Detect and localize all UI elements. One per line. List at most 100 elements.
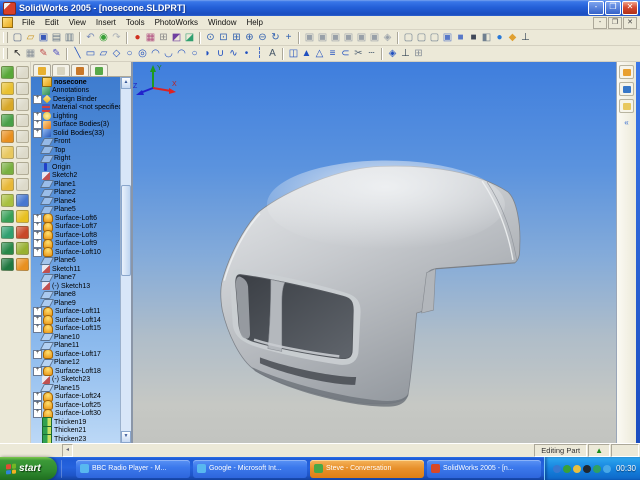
line-icon[interactable]: ╲ bbox=[71, 47, 84, 60]
dimxpert-tab[interactable] bbox=[90, 64, 108, 76]
network-icon[interactable] bbox=[552, 464, 561, 473]
windows-update-icon[interactable] bbox=[602, 464, 611, 473]
title-bar[interactable]: SolidWorks 2005 - [nosecone.SLDPRT] - ❐ … bbox=[0, 0, 640, 16]
lofted-cut-icon[interactable] bbox=[1, 177, 14, 191]
trim-icon[interactable]: ✂ bbox=[352, 47, 365, 60]
construction-geometry-icon[interactable]: ┄ bbox=[365, 47, 378, 60]
photoworks-preview-icon[interactable]: ◪ bbox=[183, 31, 196, 44]
tree-item[interactable]: + Surface-Loft25 bbox=[31, 400, 120, 411]
tree-item[interactable]: + Solid Bodies(33) bbox=[31, 128, 120, 138]
antivirus-icon[interactable] bbox=[592, 464, 601, 473]
lofted-boss-icon[interactable] bbox=[1, 113, 14, 127]
partial-ellipse-icon[interactable]: ◗ bbox=[201, 47, 214, 60]
scroll-down-icon[interactable]: ▼ bbox=[121, 431, 131, 443]
tree-item[interactable]: Annotations bbox=[31, 86, 120, 96]
extruded-surface-icon[interactable] bbox=[16, 193, 29, 207]
tree-item[interactable]: Plane10 bbox=[31, 333, 120, 342]
planar-surface-icon[interactable] bbox=[16, 257, 29, 271]
offset-entities-icon[interactable]: ≡ bbox=[326, 47, 339, 60]
tree-item[interactable]: (-) Sketch13 bbox=[31, 282, 120, 291]
tree-item[interactable]: Sketch2 bbox=[31, 171, 120, 181]
tree-item[interactable]: Plane2 bbox=[31, 188, 120, 198]
tree-item[interactable]: Plane5 bbox=[31, 205, 120, 215]
sketch-normal-icon[interactable]: ⊥ bbox=[399, 47, 412, 60]
tree-item[interactable]: + Surface Bodies(3) bbox=[31, 120, 120, 130]
rectangle-icon[interactable]: ▭ bbox=[84, 47, 97, 60]
taskbar-button[interactable]: SolidWorks 2005 - [n... bbox=[426, 459, 541, 478]
three-point-arc-icon[interactable]: ◠ bbox=[175, 47, 188, 60]
toolbar-grip[interactable] bbox=[3, 32, 8, 43]
view-bottom-icon[interactable]: ▣ bbox=[368, 31, 381, 44]
stop-light-icon[interactable]: ● bbox=[131, 31, 144, 44]
view-right-icon[interactable]: ▣ bbox=[342, 31, 355, 44]
tree-item[interactable]: + Surface-Loft15 bbox=[31, 323, 120, 334]
scroll-thumb[interactable] bbox=[121, 184, 131, 276]
menu-edit[interactable]: Edit bbox=[40, 17, 64, 28]
tree-item[interactable]: Right bbox=[31, 154, 120, 164]
tree-item[interactable]: + Surface-Loft14 bbox=[31, 315, 120, 326]
quick-snaps-icon[interactable]: ◈ bbox=[386, 47, 399, 60]
configurationmanager-tab[interactable] bbox=[71, 64, 89, 76]
fillet-icon[interactable] bbox=[1, 193, 14, 207]
tree-root-item[interactable]: nosecone bbox=[31, 77, 120, 88]
color-swatch-icon[interactable]: ▦ bbox=[144, 31, 157, 44]
circle-icon[interactable]: ○ bbox=[123, 47, 136, 60]
expand-icon[interactable]: + bbox=[33, 94, 42, 104]
ref-view-7-icon[interactable] bbox=[16, 161, 29, 175]
swept-boss-icon[interactable] bbox=[1, 97, 14, 111]
ellipse-icon[interactable]: ○ bbox=[188, 47, 201, 60]
tree-item[interactable]: Top bbox=[31, 146, 120, 155]
curvature-icon[interactable]: ◆ bbox=[506, 31, 519, 44]
chamfer-icon[interactable] bbox=[1, 209, 14, 223]
nosecone-model[interactable] bbox=[133, 62, 616, 443]
expand-icon[interactable]: + bbox=[33, 324, 42, 334]
zoom-previous-icon[interactable]: ⊙ bbox=[204, 31, 217, 44]
menu-insert[interactable]: Insert bbox=[91, 17, 121, 28]
tree-item[interactable]: Material <not specified> bbox=[31, 103, 120, 113]
taskbar-button[interactable]: BBC Radio Player - M... bbox=[75, 459, 190, 478]
tree-item[interactable]: Plane6 bbox=[31, 256, 120, 266]
text-icon[interactable]: A bbox=[266, 47, 279, 60]
tree-item[interactable]: (-) Sketch23 bbox=[31, 375, 120, 385]
modify-sketch-icon[interactable]: ⊞ bbox=[412, 47, 425, 60]
revolved-cut-icon[interactable] bbox=[1, 145, 14, 159]
redo-icon[interactable]: ↷ bbox=[110, 31, 123, 44]
parabola-icon[interactable]: ∪ bbox=[214, 47, 227, 60]
tree-item[interactable]: Plane7 bbox=[31, 273, 120, 283]
ref-view-2-icon[interactable] bbox=[16, 81, 29, 95]
doc-restore-button[interactable]: ❐ bbox=[608, 16, 622, 29]
graphics-viewport[interactable]: Y X Z bbox=[133, 62, 616, 443]
extruded-cut-icon[interactable] bbox=[1, 129, 14, 143]
menu-window[interactable]: Window bbox=[203, 17, 241, 28]
options-icon[interactable]: ⊞ bbox=[157, 31, 170, 44]
point-icon[interactable]: • bbox=[240, 47, 253, 60]
pan-icon[interactable]: + bbox=[282, 31, 295, 44]
tree-item[interactable]: + Surface-Loft18 bbox=[31, 366, 120, 377]
tree-item[interactable]: Plane12 bbox=[31, 358, 120, 368]
design-library-icon[interactable] bbox=[619, 82, 634, 96]
menu-tools[interactable]: Tools bbox=[121, 17, 150, 28]
rotate-view-icon[interactable]: ↻ bbox=[269, 31, 282, 44]
close-button[interactable]: ✕ bbox=[622, 1, 638, 15]
expand-icon[interactable]: + bbox=[33, 366, 42, 376]
view-left-icon[interactable]: ▣ bbox=[329, 31, 342, 44]
tree-item[interactable]: Plane1 bbox=[31, 180, 120, 189]
photoworks-render-icon[interactable]: ◩ bbox=[170, 31, 183, 44]
menu-file[interactable]: File bbox=[17, 17, 40, 28]
ref-view-3-icon[interactable] bbox=[16, 97, 29, 111]
tree-item[interactable]: Plane11 bbox=[31, 341, 120, 351]
expand-icon[interactable]: + bbox=[33, 349, 42, 359]
lofted-surface-icon[interactable] bbox=[16, 241, 29, 255]
view-front-icon[interactable]: ▣ bbox=[303, 31, 316, 44]
centerpoint-arc-icon[interactable]: ◠ bbox=[149, 47, 162, 60]
parallelogram-icon[interactable]: ▱ bbox=[97, 47, 110, 60]
minimize-button[interactable]: - bbox=[588, 1, 604, 15]
centerline-icon[interactable]: ┆ bbox=[253, 47, 266, 60]
sketch-icon[interactable]: ✎ bbox=[37, 47, 50, 60]
shell-icon[interactable] bbox=[1, 225, 14, 239]
save-icon[interactable]: ▣ bbox=[37, 31, 50, 44]
convert-entities-icon[interactable]: ⊂ bbox=[339, 47, 352, 60]
tree-item[interactable]: Origin bbox=[31, 163, 120, 172]
circular-pattern-icon[interactable] bbox=[1, 257, 14, 271]
rebuild-icon[interactable]: ◉ bbox=[97, 31, 110, 44]
